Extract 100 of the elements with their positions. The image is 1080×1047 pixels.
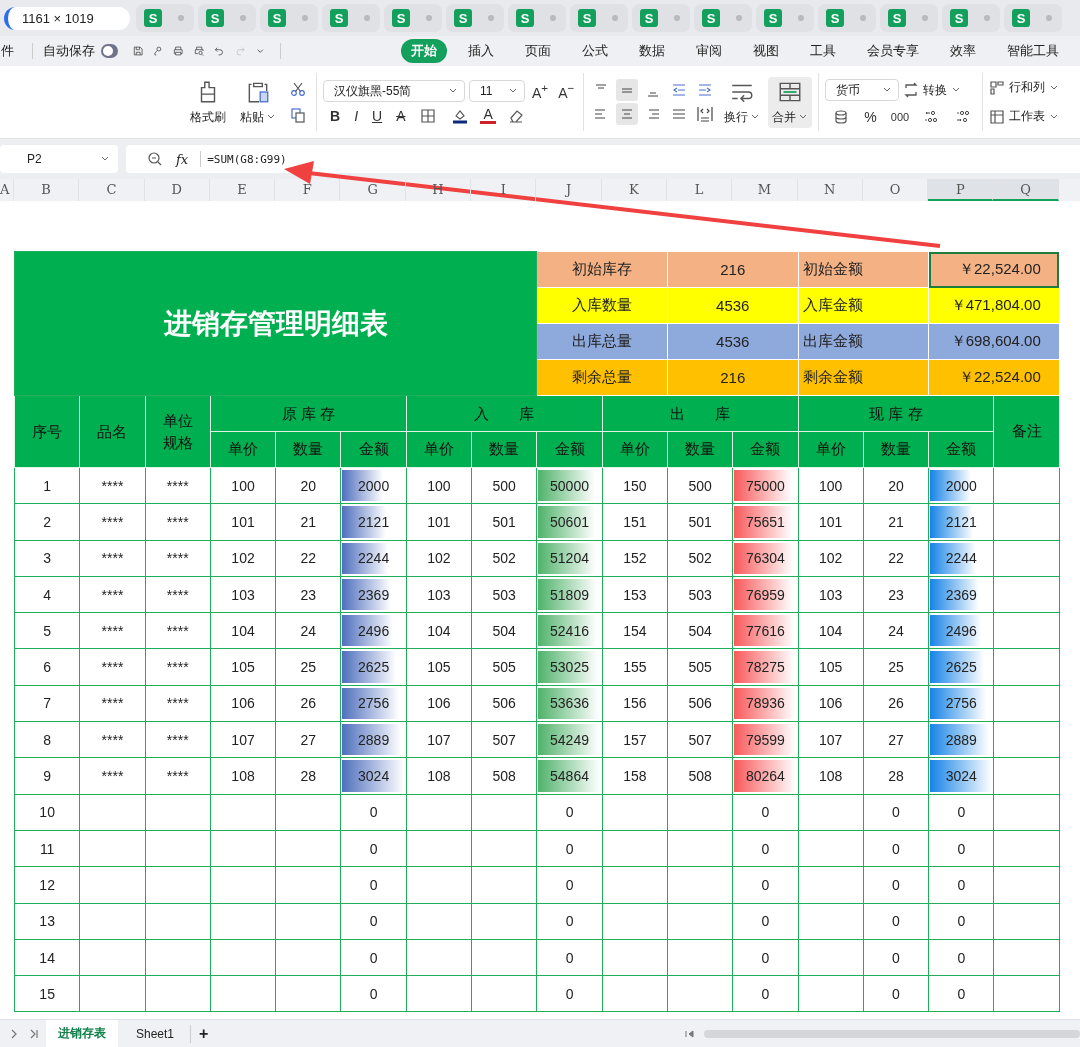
summary-amount[interactable]: ￥698,604.00 bbox=[928, 323, 1060, 360]
column-heading: 单价 bbox=[210, 431, 276, 468]
function-button[interactable]: fx bbox=[176, 151, 189, 167]
vertical-align-icon[interactable] bbox=[616, 79, 639, 101]
app-badge: S bbox=[1012, 9, 1030, 27]
summary-label: 剩余总量 bbox=[536, 359, 668, 396]
app-badge: S bbox=[454, 9, 472, 27]
print-icon[interactable] bbox=[173, 43, 184, 59]
column-heading: 金额 bbox=[732, 431, 799, 468]
column-header[interactable]: P bbox=[928, 179, 994, 201]
format-painter-button[interactable]: 格式刷 bbox=[186, 76, 230, 128]
column-header[interactable]: D bbox=[144, 179, 210, 201]
menu-tab[interactable]: 公式 bbox=[572, 39, 619, 63]
name-box[interactable]: P2 bbox=[0, 145, 118, 173]
menu-tab[interactable]: 审阅 bbox=[686, 39, 733, 63]
print-preview-icon[interactable] bbox=[193, 43, 205, 59]
data-bar bbox=[734, 542, 793, 574]
borders-icon[interactable] bbox=[420, 108, 437, 124]
merge-button[interactable]: 合并 bbox=[768, 76, 813, 128]
menu-tab[interactable]: 智能工具 bbox=[997, 39, 1070, 63]
column-header[interactable]: I bbox=[471, 179, 537, 201]
grow-font-button[interactable]: A$^{+}$ bbox=[529, 81, 552, 101]
cut-icon[interactable] bbox=[290, 81, 306, 97]
table-cell: 157 bbox=[602, 721, 668, 758]
table-cell: 0 bbox=[863, 975, 929, 1012]
column-header[interactable]: E bbox=[209, 179, 276, 201]
table-cell: 2244 bbox=[358, 550, 390, 567]
summary-label: 入库金额 bbox=[798, 287, 929, 324]
menu-tab[interactable]: 视图 bbox=[743, 39, 790, 63]
column-header[interactable]: A bbox=[0, 179, 14, 201]
zoom-icon[interactable] bbox=[147, 151, 163, 167]
table-cell: 22 bbox=[275, 540, 341, 577]
menu-tab[interactable]: 效率 bbox=[940, 39, 987, 63]
summary-amount[interactable]: ￥22,524.00 bbox=[928, 359, 1060, 396]
data-bar bbox=[538, 651, 598, 683]
italic-button[interactable]: I bbox=[351, 108, 361, 124]
copy-icon[interactable] bbox=[290, 107, 306, 123]
font-color-button[interactable]: A bbox=[480, 108, 496, 124]
save-icon[interactable] bbox=[132, 43, 143, 59]
paste-button[interactable]: 粘贴 bbox=[236, 76, 280, 128]
table-cell: 0 bbox=[761, 840, 770, 857]
file-menu[interactable]: 件 bbox=[1, 42, 22, 60]
rows-columns-button[interactable]: 行和列 bbox=[989, 79, 1060, 96]
add-sheet-button[interactable]: + bbox=[190, 1024, 217, 1043]
column-header[interactable]: C bbox=[79, 179, 145, 201]
underline-button[interactable]: U bbox=[369, 108, 386, 124]
column-header[interactable]: J bbox=[536, 179, 602, 201]
column-heading: 单价 bbox=[602, 431, 668, 468]
table-cell: 502 bbox=[667, 540, 733, 577]
column-header[interactable]: L bbox=[666, 179, 733, 201]
column-header[interactable]: M bbox=[732, 179, 798, 201]
table-cell: **** bbox=[79, 467, 146, 504]
table-cell: 104 bbox=[406, 612, 472, 649]
horizontal-scrollbar[interactable] bbox=[704, 1029, 1080, 1038]
table-cell: 54864 bbox=[550, 768, 589, 784]
data-bar bbox=[930, 760, 992, 792]
table-cell: 108 bbox=[406, 757, 472, 795]
font-family-dropdown[interactable]: 汉仪旗黑-55简 bbox=[323, 80, 465, 102]
table-cell: 3024 bbox=[945, 768, 977, 784]
column-header[interactable]: K bbox=[601, 179, 667, 201]
percent-button[interactable]: % bbox=[861, 109, 880, 125]
formula-input[interactable]: =SUM(G8:G99) bbox=[207, 152, 287, 166]
font-size-dropdown[interactable]: 11 bbox=[469, 80, 525, 102]
data-bar bbox=[930, 687, 987, 720]
app-badge: S bbox=[144, 9, 162, 27]
worksheet-button[interactable]: 工作表 bbox=[989, 108, 1060, 125]
fill-color-icon[interactable] bbox=[452, 108, 469, 124]
table-cell: 156 bbox=[602, 685, 668, 722]
menu-tab[interactable]: 页面 bbox=[515, 39, 562, 63]
menu-tab[interactable]: 会员专享 bbox=[857, 39, 930, 63]
summary-label: 初始库存 bbox=[536, 251, 668, 288]
autosave-toggle[interactable] bbox=[100, 44, 118, 58]
strikethrough-button[interactable]: A bbox=[393, 108, 409, 124]
eraser-icon[interactable] bbox=[507, 108, 524, 124]
column-header[interactable]: B bbox=[14, 179, 80, 201]
summary-amount[interactable]: ￥22,524.00 bbox=[928, 251, 1060, 288]
wrap-text-button[interactable]: 换行 bbox=[720, 76, 765, 128]
column-header[interactable]: Q bbox=[993, 179, 1059, 201]
number-format-dropdown[interactable]: 货币 bbox=[825, 79, 900, 101]
column-header[interactable]: N bbox=[797, 179, 863, 201]
sheet-tab[interactable]: Sheet1 bbox=[124, 1021, 187, 1046]
table-cell: 151 bbox=[602, 503, 668, 541]
thousands-separator-button[interactable]: 000 bbox=[887, 111, 913, 123]
table-cell: 8 bbox=[14, 721, 80, 758]
table-cell: 0 bbox=[863, 830, 929, 867]
bold-button[interactable]: B bbox=[327, 108, 344, 124]
table-cell: 505 bbox=[471, 649, 537, 686]
menu-tab[interactable]: 数据 bbox=[629, 39, 676, 63]
shrink-font-button[interactable]: A$^{−}$ bbox=[555, 81, 578, 101]
column-header[interactable]: G bbox=[340, 179, 406, 201]
last-sheet-icon[interactable] bbox=[28, 1027, 40, 1040]
data-bar bbox=[342, 724, 402, 756]
convert-button[interactable]: 转换 bbox=[903, 81, 962, 99]
database-icon[interactable] bbox=[833, 109, 850, 125]
horizontal-align-icon[interactable] bbox=[616, 103, 639, 125]
sheet-tab[interactable]: 进销存表 bbox=[46, 1020, 118, 1047]
summary-amount[interactable]: ￥471,804.00 bbox=[928, 287, 1060, 324]
scroll-left-icon[interactable] bbox=[684, 1027, 696, 1040]
menu-tab[interactable]: 插入 bbox=[458, 39, 505, 63]
menu-tab[interactable]: 工具 bbox=[800, 39, 847, 63]
